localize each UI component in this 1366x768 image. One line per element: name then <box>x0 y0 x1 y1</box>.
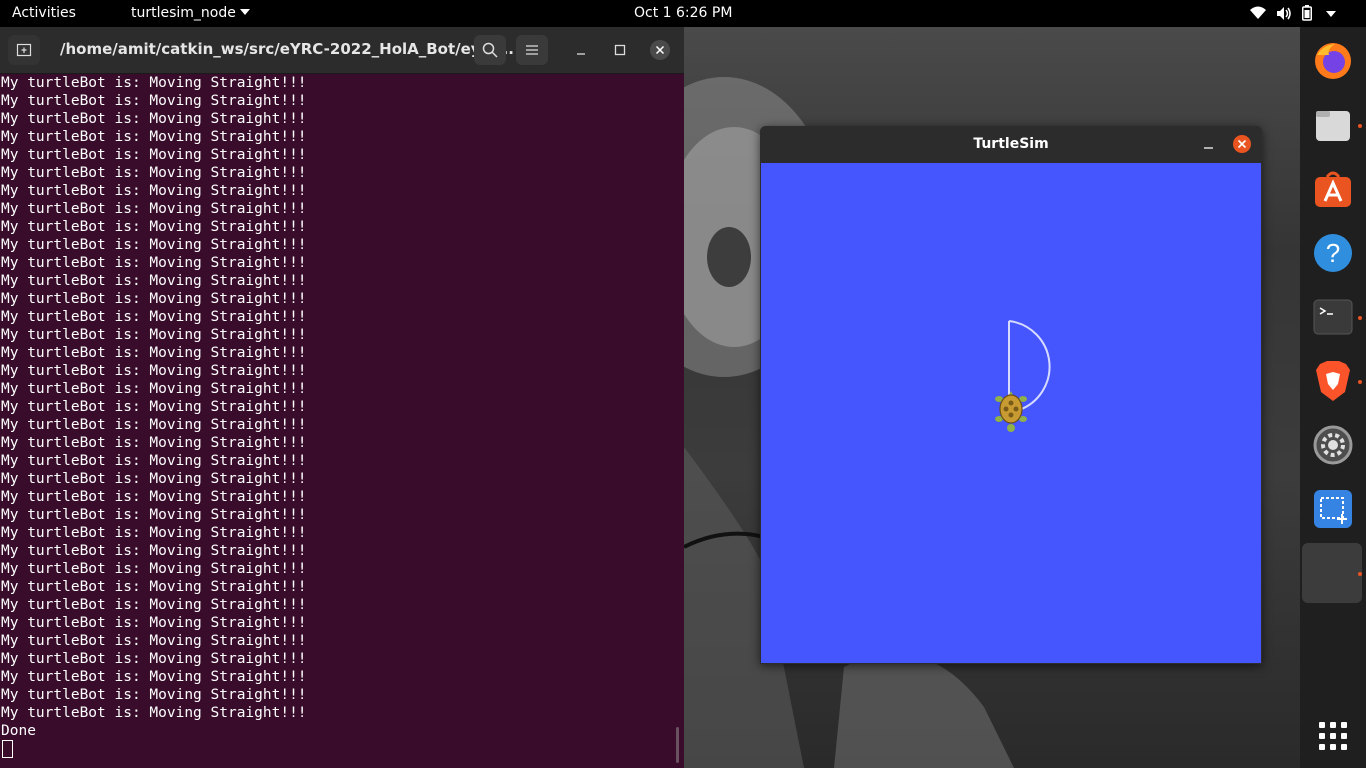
screenshot-icon[interactable] <box>1311 487 1355 531</box>
terminal-line: My turtleBot is: Moving Straight!!! <box>1 111 307 127</box>
terminal-line: My turtleBot is: Moving Straight!!! <box>1 183 307 199</box>
terminal-line: My turtleBot is: Moving Straight!!! <box>1 525 307 541</box>
running-indicator <box>1358 124 1362 128</box>
top-bar: Activities turtlesim_node Oct 1 6:26 PM <box>0 0 1366 27</box>
terminal-line: My turtleBot is: Moving Straight!!! <box>1 615 307 631</box>
terminal-line: My turtleBot is: Moving Straight!!! <box>1 129 307 145</box>
minimize-button[interactable] <box>1200 136 1218 154</box>
terminal-line: My turtleBot is: Moving Straight!!! <box>1 93 307 109</box>
show-applications-button[interactable] <box>1318 721 1348 751</box>
terminal-line: My turtleBot is: Moving Straight!!! <box>1 669 307 685</box>
terminal-line: My turtleBot is: Moving Straight!!! <box>1 381 307 397</box>
terminal-prompt-line <box>0 740 684 758</box>
firefox-icon[interactable] <box>1311 39 1355 83</box>
terminal-line: My turtleBot is: Moving Straight!!! <box>1 237 307 253</box>
search-icon <box>482 42 498 58</box>
terminal-line: My turtleBot is: Moving Straight!!! <box>1 543 307 559</box>
terminal-line: Done <box>1 723 36 739</box>
chevron-down-icon <box>1326 11 1336 17</box>
menu-button[interactable] <box>516 35 548 65</box>
running-indicator <box>1358 316 1362 320</box>
close-button[interactable] <box>1233 135 1251 153</box>
running-indicator <box>1358 380 1362 384</box>
terminal-line: My turtleBot is: Moving Straight!!! <box>1 363 307 379</box>
hamburger-icon <box>526 45 538 55</box>
turtle-icon <box>995 391 1027 432</box>
terminal-line: My turtleBot is: Moving Straight!!! <box>1 561 307 577</box>
terminal-line: My turtleBot is: Moving Straight!!! <box>1 219 307 235</box>
activities-button[interactable]: Activities <box>12 5 76 21</box>
terminal-line: My turtleBot is: Moving Straight!!! <box>1 291 307 307</box>
clock[interactable]: Oct 1 6:26 PM <box>634 5 732 21</box>
terminal-line: My turtleBot is: Moving Straight!!! <box>1 327 307 343</box>
terminal-line: My turtleBot is: Moving Straight!!! <box>1 705 307 721</box>
terminal-titlebar[interactable]: /home/amit/catkin_ws/src/eYRC-2022_HolA_… <box>0 27 684 74</box>
minimize-icon <box>577 53 585 55</box>
maximize-button[interactable] <box>611 41 629 59</box>
minimize-button[interactable] <box>572 41 590 59</box>
terminal-line: My turtleBot is: Moving Straight!!! <box>1 255 307 271</box>
terminal-line: My turtleBot is: Moving Straight!!! <box>1 579 307 595</box>
brave-browser-icon[interactable] <box>1311 359 1355 403</box>
maximize-icon <box>614 44 626 56</box>
turtlesim-titlebar[interactable]: TurtleSim <box>760 126 1262 163</box>
terminal-line: My turtleBot is: Moving Straight!!! <box>1 687 307 703</box>
new-tab-icon <box>16 43 32 57</box>
terminal-line: My turtleBot is: Moving Straight!!! <box>1 75 307 91</box>
terminal-output[interactable]: My turtleBot is: Moving Straight!!! My tu… <box>0 74 684 768</box>
minimize-icon <box>1204 147 1213 149</box>
files-icon[interactable] <box>1311 103 1355 147</box>
active-app-icon[interactable] <box>1302 543 1362 603</box>
terminal-line: My turtleBot is: Moving Straight!!! <box>1 345 307 361</box>
scrollbar[interactable] <box>676 727 679 763</box>
system-tray[interactable] <box>1246 0 1366 27</box>
software-store-icon[interactable] <box>1311 167 1355 211</box>
terminal-line: My turtleBot is: Moving Straight!!! <box>1 507 307 523</box>
app-menu-label: turtlesim_node <box>131 5 236 21</box>
close-button[interactable] <box>650 40 670 60</box>
help-icon[interactable]: ? <box>1311 231 1355 275</box>
volume-icon <box>1277 7 1291 20</box>
running-indicator <box>1358 572 1362 576</box>
terminal-cursor <box>2 740 13 758</box>
terminal-line: My turtleBot is: Moving Straight!!! <box>1 147 307 163</box>
turtlesim-title: TurtleSim <box>973 136 1049 152</box>
terminal-line: My turtleBot is: Moving Straight!!! <box>1 309 307 325</box>
terminal-line: My turtleBot is: Moving Straight!!! <box>1 201 307 217</box>
settings-icon[interactable] <box>1311 423 1355 467</box>
close-icon <box>1237 139 1247 149</box>
terminal-line: My turtleBot is: Moving Straight!!! <box>1 471 307 487</box>
terminal-line: My turtleBot is: Moving Straight!!! <box>1 453 307 469</box>
terminal-line: My turtleBot is: Moving Straight!!! <box>1 417 307 433</box>
close-icon <box>655 45 665 55</box>
turtlesim-window[interactable]: TurtleSim <box>760 126 1262 664</box>
terminal-line: My turtleBot is: Moving Straight!!! <box>1 597 307 613</box>
svg-text:?: ? <box>1326 238 1340 268</box>
app-grid-icon <box>1319 722 1347 750</box>
new-tab-button[interactable] <box>8 35 40 65</box>
wifi-icon <box>1250 6 1266 19</box>
terminal-line: My turtleBot is: Moving Straight!!! <box>1 489 307 505</box>
terminal-line: My turtleBot is: Moving Straight!!! <box>1 651 307 667</box>
terminal-line: My turtleBot is: Moving Straight!!! <box>1 435 307 451</box>
app-menu[interactable]: turtlesim_node <box>131 5 250 21</box>
terminal-window[interactable]: /home/amit/catkin_ws/src/eYRC-2022_HolA_… <box>0 27 684 768</box>
terminal-line: My turtleBot is: Moving Straight!!! <box>1 633 307 649</box>
battery-icon <box>1302 5 1312 21</box>
terminal-line: My turtleBot is: Moving Straight!!! <box>1 273 307 289</box>
terminal-icon[interactable] <box>1311 295 1355 339</box>
turtlesim-canvas[interactable] <box>761 163 1261 663</box>
chevron-down-icon <box>239 9 250 15</box>
search-button[interactable] <box>474 35 506 65</box>
terminal-title: /home/amit/catkin_ws/src/eYRC-2022_HolA_… <box>60 40 514 58</box>
terminal-line: My turtleBot is: Moving Straight!!! <box>1 399 307 415</box>
terminal-line: My turtleBot is: Moving Straight!!! <box>1 165 307 181</box>
dock: ? <box>1300 27 1366 768</box>
